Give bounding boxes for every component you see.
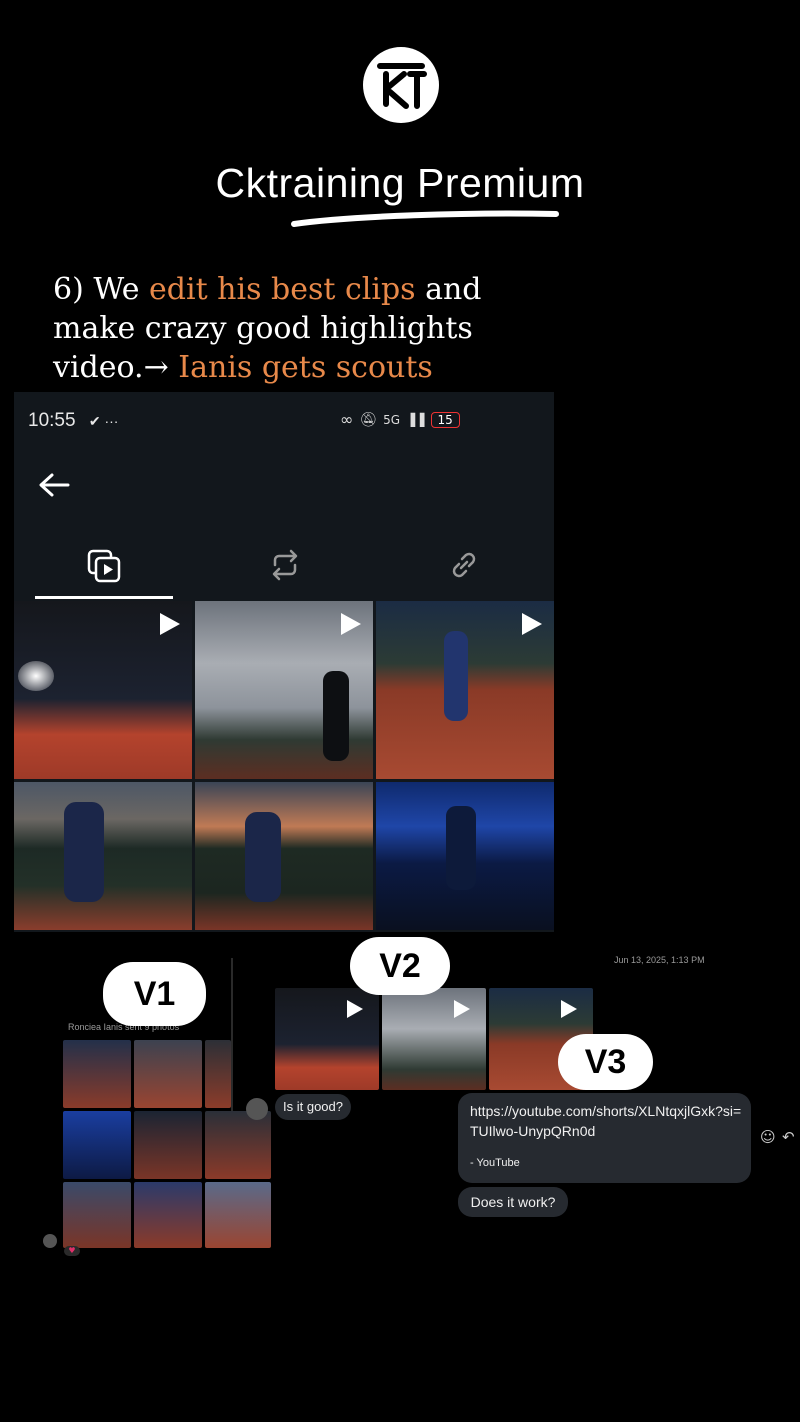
play-icon xyxy=(561,1000,577,1018)
youtube-link-url[interactable]: https://youtube.com/shorts/XLNtqxjlGxk?s… xyxy=(470,1101,742,1141)
play-icon xyxy=(454,1000,470,1018)
v1-photo-2[interactable] xyxy=(134,1040,202,1108)
active-tab-indicator xyxy=(35,596,173,599)
caption-highlight-1: edit his best clips xyxy=(149,272,416,307)
divider-line xyxy=(231,958,233,1128)
label-v3: V3 xyxy=(558,1034,653,1090)
sender-avatar xyxy=(43,1234,57,1248)
youtube-link-source: - YouTube xyxy=(470,1157,520,1169)
v1-photo-1[interactable] xyxy=(63,1040,131,1108)
v1-photo-6[interactable] xyxy=(205,1111,271,1179)
message-does-it-work: Does it work? xyxy=(458,1187,568,1217)
video-thumbnail-3[interactable] xyxy=(376,601,554,779)
label-v2: V2 xyxy=(350,937,450,995)
v1-photo-4[interactable] xyxy=(63,1111,131,1179)
repost-tab-icon[interactable] xyxy=(265,545,305,585)
status-time: 10:55 ✔ ··· xyxy=(28,410,118,432)
play-icon xyxy=(341,613,361,635)
mute-icon: 🔕︎ xyxy=(359,411,378,428)
signal-icon: ▐▐ xyxy=(406,412,425,427)
video-thumbnail-2[interactable] xyxy=(195,601,373,779)
video-thumbnail-4[interactable] xyxy=(14,782,192,930)
play-icon xyxy=(522,613,542,635)
photos-videos-tab-icon[interactable] xyxy=(84,545,124,585)
v1-photo-3[interactable] xyxy=(205,1040,231,1108)
back-arrow-icon[interactable] xyxy=(36,470,72,500)
v1-photo-9[interactable] xyxy=(205,1182,271,1248)
caption-text-1: 6) We xyxy=(53,272,150,307)
battery-indicator: 15 xyxy=(430,411,460,428)
link-tab-icon[interactable] xyxy=(444,545,484,585)
brand-title: Cktraining Premium xyxy=(215,160,585,206)
video-thumbnail-6[interactable] xyxy=(376,782,554,930)
play-icon xyxy=(347,1000,363,1018)
brand-underline xyxy=(291,210,559,227)
link-status-icon: ∞ xyxy=(340,410,354,429)
label-v1: V1 xyxy=(103,962,206,1026)
v1-photo-7[interactable] xyxy=(63,1182,131,1248)
reply-icon[interactable]: ↶ xyxy=(782,1128,795,1146)
video-thumbnail-1[interactable] xyxy=(14,601,192,779)
cktraining-logo-icon xyxy=(363,47,439,123)
status-icons-right: ∞ 🔕︎ 5G ▐▐ 15 xyxy=(340,410,460,429)
video-thumbnail-5[interactable] xyxy=(195,782,373,930)
status-icons-left: ✔ ··· xyxy=(88,413,119,429)
play-icon xyxy=(160,613,180,635)
youtube-link-message[interactable]: https://youtube.com/shorts/XLNtqxjlGxk?s… xyxy=(458,1093,751,1183)
v2-video-2[interactable] xyxy=(382,988,486,1090)
clock: 10:55 xyxy=(28,410,76,431)
message-is-it-good: Is it good? xyxy=(275,1094,351,1120)
network-label: 5G xyxy=(383,412,401,427)
sender-avatar xyxy=(246,1098,268,1120)
emoji-react-icon[interactable]: ☺ xyxy=(760,1128,776,1146)
heart-reaction-icon: ♥ xyxy=(64,1246,80,1256)
v1-photo-8[interactable] xyxy=(134,1182,202,1248)
v1-photo-5[interactable] xyxy=(134,1111,202,1179)
v2-video-1[interactable] xyxy=(275,988,379,1090)
message-timestamp: Jun 13, 2025, 1:13 PM xyxy=(614,955,705,965)
